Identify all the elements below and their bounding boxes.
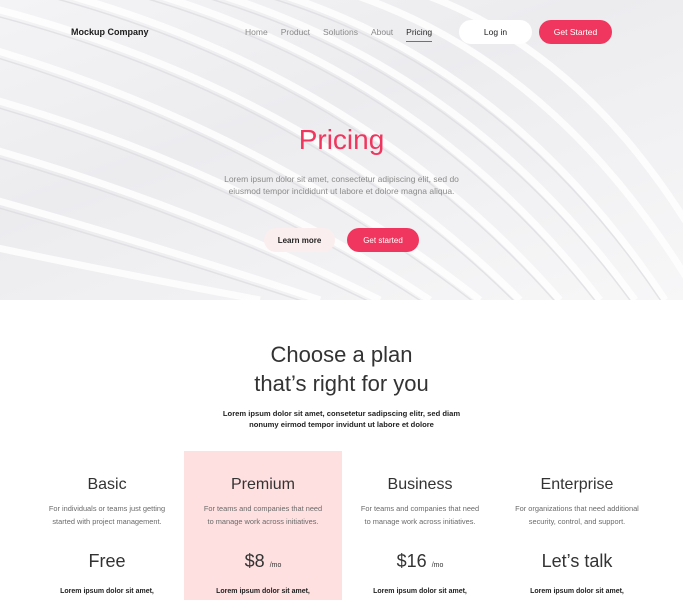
plan-name: Basic <box>87 476 127 493</box>
plan-name: Premium <box>230 476 295 493</box>
plan-price: $8 /mo <box>184 551 342 572</box>
plan-price: $16 /mo <box>341 551 499 572</box>
main-nav: Home Product Solutions About Pricing <box>245 27 445 42</box>
hero-get-started-button[interactable]: Get started <box>347 228 419 252</box>
plan-column-premium: Premium For teams and companies that nee… <box>184 451 342 600</box>
nav-link-solutions[interactable]: Solutions <box>323 27 358 37</box>
plan-price-period: /mo <box>431 562 444 569</box>
plan-price-value: Free <box>88 551 126 571</box>
nav-link-pricing[interactable]: Pricing <box>406 27 432 42</box>
plan-feature: Lorem ipsum dolor sit amet, <box>530 588 624 595</box>
plan-price-value: $16 <box>396 551 427 571</box>
plan-price-value: $8 <box>244 551 265 571</box>
plan-name: Business <box>387 476 453 493</box>
nav-link-about[interactable]: About <box>371 27 393 37</box>
plan-price: Free <box>28 551 186 572</box>
plan-price: Let’s talk <box>498 551 656 572</box>
nav-link-product[interactable]: Product <box>281 27 310 37</box>
plan-description: For individuals or teams just getting st… <box>48 504 166 526</box>
plan-description: For teams and companies that need to man… <box>360 504 480 526</box>
plan-feature: Lorem ipsum dolor sit amet, <box>216 588 310 595</box>
plan-name: Enterprise <box>540 476 614 493</box>
hero-subtitle: Lorem ipsum dolor sit amet, consectetur … <box>224 174 459 196</box>
nav-get-started-button[interactable]: Get Started <box>539 20 612 44</box>
learn-more-button[interactable]: Learn more <box>264 228 335 252</box>
login-button[interactable]: Log in <box>459 20 532 44</box>
hero-section: Mockup Company Home Product Solutions Ab… <box>0 0 683 300</box>
plan-feature: Lorem ipsum dolor sit amet, <box>373 588 467 595</box>
plans-heading: Choose a plan that’s right for you <box>0 340 683 398</box>
plan-column-basic: Basic For individuals or teams just gett… <box>28 451 186 600</box>
plan-price-value: Let’s talk <box>541 551 613 571</box>
plan-column-enterprise: Enterprise For organizations that need a… <box>498 451 656 600</box>
nav-link-home[interactable]: Home <box>245 27 268 37</box>
plans-heading-line1: Choose a plan <box>270 342 413 367</box>
plan-feature: Lorem ipsum dolor sit amet, <box>60 588 154 595</box>
plans-subtitle: Lorem ipsum dolor sit amet, consetetur s… <box>222 409 461 429</box>
plan-column-business: Business For teams and companies that ne… <box>341 451 499 600</box>
plan-description: For teams and companies that need to man… <box>203 504 323 526</box>
company-logo[interactable]: Mockup Company <box>71 27 149 37</box>
page-title: Pricing <box>298 124 385 155</box>
plan-description: For organizations that need additional s… <box>515 504 639 526</box>
plan-price-period: /mo <box>269 562 282 569</box>
plans-heading-line2: that’s right for you <box>254 371 429 396</box>
